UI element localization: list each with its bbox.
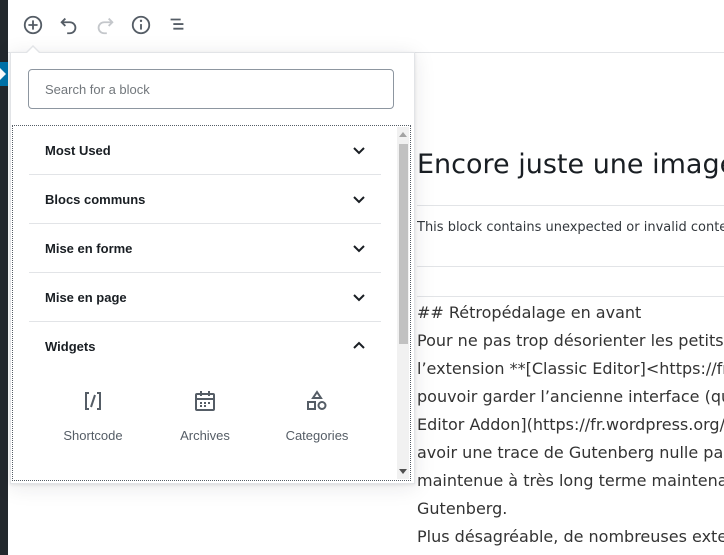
body-line: Plus désagréable, de nombreuses extensi xyxy=(417,527,724,546)
body-line: avoir une trace de Gutenberg nulle part)… xyxy=(417,443,724,462)
scroll-down-arrow-icon[interactable] xyxy=(399,469,407,474)
block-inserter-popover: Most Used Blocs communs Mise en forme Mi… xyxy=(10,45,415,484)
panel-title: Mise en page xyxy=(45,290,127,305)
body-line: ## Rétropédalage en avant xyxy=(417,303,642,322)
results-scrollbar[interactable] xyxy=(397,127,409,479)
calendar-icon xyxy=(149,386,261,416)
panel-mise-en-forme[interactable]: Mise en forme xyxy=(29,224,381,273)
panel-title: Mise en forme xyxy=(45,241,133,256)
chevron-down-icon xyxy=(351,240,367,256)
info-button[interactable] xyxy=(128,12,154,38)
panel-title: Widgets xyxy=(45,339,96,354)
body-line: Gutenberg. xyxy=(417,499,508,518)
info-icon xyxy=(131,15,151,35)
post-title[interactable]: Encore juste une image xyxy=(417,149,724,180)
chevron-up-icon xyxy=(351,338,367,354)
body-line: pouvoir garder l’ancienne interface (que… xyxy=(417,387,724,406)
scroll-up-arrow-icon[interactable] xyxy=(399,132,407,137)
list-icon xyxy=(170,18,184,30)
block-search-input[interactable] xyxy=(28,69,394,109)
block-item-label: Categories xyxy=(285,428,349,443)
body-line: l’extension **[Classic Editor]<https://f… xyxy=(417,359,724,378)
block-item-label: Shortcode xyxy=(63,428,123,443)
post-body[interactable]: ## Rétropédalage en avant Pour ne pas tr… xyxy=(417,299,724,551)
block-item-categories[interactable]: Categories xyxy=(261,386,373,458)
block-results-list: Most Used Blocs communs Mise en forme Mi… xyxy=(12,125,411,481)
block-item-shortcode[interactable]: Shortcode xyxy=(37,386,149,458)
panel-widgets[interactable]: Widgets xyxy=(29,322,381,370)
widgets-block-grid: Shortcode Archives Categories xyxy=(29,370,381,480)
panel-blocs-communs[interactable]: Blocs communs xyxy=(29,175,381,224)
editor-canvas: Encore juste une image This block contai… xyxy=(417,53,724,555)
block-navigation-button[interactable] xyxy=(164,12,190,38)
add-block-button[interactable] xyxy=(20,12,46,38)
panel-mise-en-page[interactable]: Mise en page xyxy=(29,273,381,322)
body-line: Editor Addon](https://fr.wordpress.org/p… xyxy=(417,415,724,434)
shortcode-icon xyxy=(37,386,149,416)
editor-toolbar xyxy=(8,0,724,53)
chevron-down-icon xyxy=(351,191,367,207)
scrollbar-thumb[interactable] xyxy=(399,144,408,344)
divider xyxy=(417,296,724,297)
panel-most-used[interactable]: Most Used xyxy=(29,126,381,175)
panel-title: Blocs communs xyxy=(45,192,146,207)
invalid-block-warning: This block contains unexpected or invali… xyxy=(417,220,724,235)
chevron-down-icon xyxy=(351,142,367,158)
plus-circle-icon xyxy=(23,15,43,35)
admin-menu-active-marker xyxy=(0,62,8,86)
divider xyxy=(417,205,724,206)
undo-icon xyxy=(60,17,77,35)
undo-button[interactable] xyxy=(56,12,82,38)
redo-button[interactable] xyxy=(92,12,118,38)
chevron-down-icon xyxy=(351,289,367,305)
block-item-archives[interactable]: Archives xyxy=(149,386,261,458)
block-item-label: Archives xyxy=(180,428,230,443)
panel-title: Most Used xyxy=(45,143,111,158)
categories-icon xyxy=(261,386,373,416)
redo-icon xyxy=(97,17,114,35)
divider xyxy=(417,266,724,267)
body-line: Pour ne pas trop désorienter les petits … xyxy=(417,331,724,350)
body-line: maintenue à très long terme maintenant c xyxy=(417,471,724,490)
